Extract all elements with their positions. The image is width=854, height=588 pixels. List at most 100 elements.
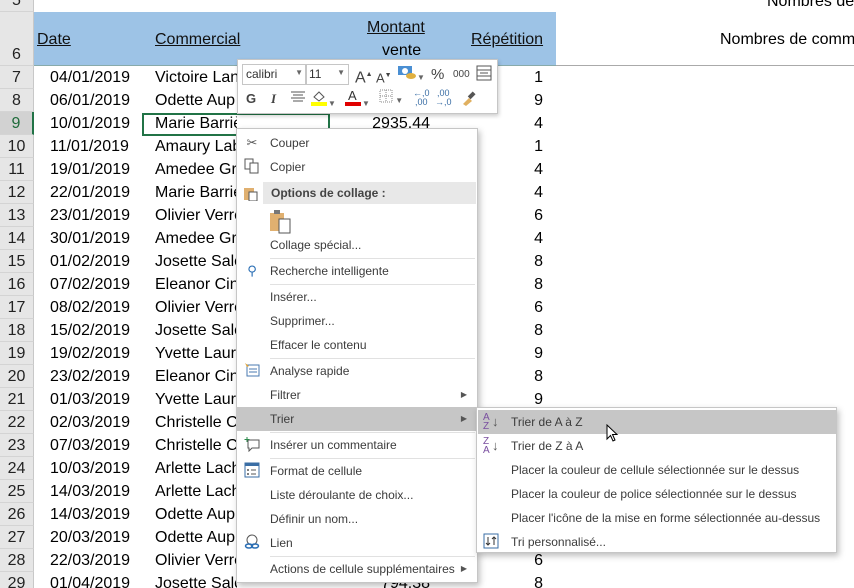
cell-date[interactable]: 01/04/2019 [50, 573, 130, 588]
cell-date[interactable]: 23/02/2019 [50, 366, 130, 388]
cell-commercial[interactable]: Odette Aup [155, 90, 237, 112]
cell-date[interactable]: 11/01/2019 [50, 136, 129, 158]
cell-commercial[interactable]: Christelle Cl [155, 412, 237, 434]
row-header[interactable]: 6 [0, 12, 34, 66]
row-header[interactable]: 7 [0, 66, 34, 89]
menu-item-actions-supplementaires[interactable]: Actions de cellule supplémentaires ▶ [237, 557, 477, 581]
cell-date[interactable]: 15/02/2019 [50, 320, 130, 342]
cell-commercial[interactable]: Eleanor Cinc [155, 366, 237, 388]
cell-repetition[interactable]: 8 [500, 274, 543, 296]
menu-item-definir-nom[interactable]: Définir un nom... [237, 507, 477, 531]
cell-repetition[interactable]: 1 [500, 67, 543, 89]
decrease-decimal-button[interactable]: ,00 →,0 [435, 89, 452, 109]
accounting-format-button[interactable]: ▼ [397, 64, 425, 84]
increase-decimal-button[interactable]: ←,0,00 [413, 89, 430, 109]
cell-date[interactable]: 08/02/2019 [50, 297, 130, 319]
submenu-item-sort-za[interactable]: Z A ↓ Trier de Z à A [478, 434, 836, 458]
cell-repetition[interactable]: 8 [500, 251, 543, 273]
cell-date[interactable]: 20/03/2019 [50, 527, 130, 549]
cell-date[interactable]: 22/03/2019 [50, 550, 130, 572]
cell-commercial[interactable]: Yvette Laure [155, 343, 237, 365]
grow-font-button[interactable]: A▲ [355, 65, 373, 86]
row-header[interactable]: 5 [0, 0, 34, 12]
cell-date[interactable]: 04/01/2019 [50, 67, 130, 89]
row-header[interactable]: 28 [0, 549, 34, 572]
menu-item-liste-deroulante[interactable]: Liste déroulante de choix... [237, 483, 477, 507]
row-header[interactable]: 27 [0, 526, 34, 549]
cell-date[interactable]: 02/03/2019 [50, 412, 130, 434]
cell-commercial[interactable]: Eleanor Cinc [155, 274, 237, 296]
cell-date[interactable]: 14/03/2019 [50, 504, 130, 526]
cell-commercial[interactable]: Amedee Gra [155, 228, 237, 250]
header-repetition[interactable]: Répétition [471, 31, 543, 49]
cell-commercial[interactable]: Yvette Laure [155, 389, 237, 411]
cell-commercial[interactable]: Amaury Lab [155, 136, 237, 158]
cell-commercial[interactable]: Amedee Gra [155, 159, 237, 181]
cell-commercial[interactable]: Olivier Verre [155, 297, 237, 319]
format-painter-button[interactable] [460, 89, 478, 109]
menu-item-collage-special[interactable]: Collage spécial... [237, 233, 477, 257]
cell-repetition[interactable]: 9 [500, 343, 543, 365]
row-header[interactable]: 24 [0, 457, 34, 480]
row-header[interactable]: 29 [0, 572, 34, 588]
cell-repetition[interactable]: 8 [500, 573, 543, 588]
thousands-button[interactable]: 000 [453, 65, 470, 85]
cell-commercial[interactable]: Christelle Cl [155, 435, 237, 457]
menu-item-recherche[interactable]: ⚲ Recherche intelligente [237, 259, 477, 283]
row-header[interactable]: 11 [0, 158, 34, 181]
menu-item-commentaire[interactable]: Insérer un commentaire [237, 433, 477, 457]
menu-item-filtrer[interactable]: Filtrer ▶ [237, 383, 477, 407]
cell-date[interactable]: 19/01/2019 [50, 159, 130, 181]
menu-item-analyse-rapide[interactable]: Analyse rapide [237, 359, 477, 383]
percent-button[interactable]: % [431, 65, 444, 85]
row-header[interactable]: 14 [0, 227, 34, 250]
cell-repetition[interactable]: 4 [500, 159, 543, 181]
menu-item-format-cellule[interactable]: Format de cellule [237, 459, 477, 483]
row-header[interactable]: 17 [0, 296, 34, 319]
submenu-item-custom-sort[interactable]: Tri personnalisé... [478, 530, 836, 554]
row-header[interactable]: 16 [0, 273, 34, 296]
cell-date[interactable]: 01/03/2019 [50, 389, 130, 411]
row-header[interactable]: 19 [0, 342, 34, 365]
cell-commercial[interactable]: Victoire Lan [155, 67, 237, 89]
cell-commercial[interactable]: Josette Salon [155, 573, 237, 588]
align-center-button[interactable] [290, 89, 306, 109]
italic-button[interactable]: I [271, 89, 276, 109]
wrap-text-button[interactable] [476, 65, 492, 85]
font-color-button[interactable]: A ▼ [344, 88, 370, 108]
cell-commercial[interactable]: Odette Aup [155, 527, 237, 549]
cell-commercial[interactable]: Odette Aup [155, 504, 237, 526]
cell-commercial[interactable]: Josette Salo [155, 251, 237, 273]
cell-date[interactable]: 01/02/2019 [50, 251, 130, 273]
borders-button[interactable]: ▼ [379, 89, 403, 109]
cell-repetition[interactable]: 4 [500, 182, 543, 204]
header-date[interactable]: Date [37, 31, 71, 49]
menu-item-inserer[interactable]: Insérer... [237, 285, 477, 309]
cell-repetition[interactable]: 6 [500, 205, 543, 227]
submenu-item-icon-top[interactable]: Placer l'icône de la mise en forme sélec… [478, 506, 836, 530]
row-header[interactable]: 21 [0, 388, 34, 411]
cell-repetition[interactable]: 8 [500, 320, 543, 342]
menu-item-effacer[interactable]: Effacer le contenu [237, 333, 477, 357]
bold-button[interactable]: G [246, 89, 256, 109]
submenu-item-cell-color-top[interactable]: Placer la couleur de cellule sélectionné… [478, 458, 836, 482]
row-header[interactable]: 13 [0, 204, 34, 227]
cell-commercial[interactable]: Marie Barrie [155, 182, 237, 204]
cell-repetition[interactable]: 1 [500, 136, 543, 158]
cell-date[interactable]: 22/01/2019 [50, 182, 130, 204]
cell-date[interactable]: 07/03/2019 [50, 435, 130, 457]
cell-date[interactable]: 10/03/2019 [50, 458, 130, 480]
cell-commercial[interactable]: Josette Salo [155, 320, 237, 342]
menu-item-supprimer[interactable]: Supprimer... [237, 309, 477, 333]
menu-item-lien[interactable]: Lien [237, 531, 477, 555]
header-montant[interactable]: Montant [367, 19, 425, 37]
row-header[interactable]: 9 [0, 112, 34, 135]
cell-date[interactable]: 23/01/2019 [50, 205, 130, 227]
cell-date[interactable]: 06/01/2019 [50, 90, 130, 112]
cell-commercial[interactable]: Arlette Lach [155, 458, 237, 480]
cell-repetition[interactable]: 9 [500, 90, 543, 112]
font-size-box[interactable]: 11 ▼ [305, 64, 349, 85]
cell-date[interactable]: 07/02/2019 [50, 274, 130, 296]
cell-repetition[interactable]: 4 [500, 228, 543, 250]
row-header[interactable]: 23 [0, 434, 34, 457]
